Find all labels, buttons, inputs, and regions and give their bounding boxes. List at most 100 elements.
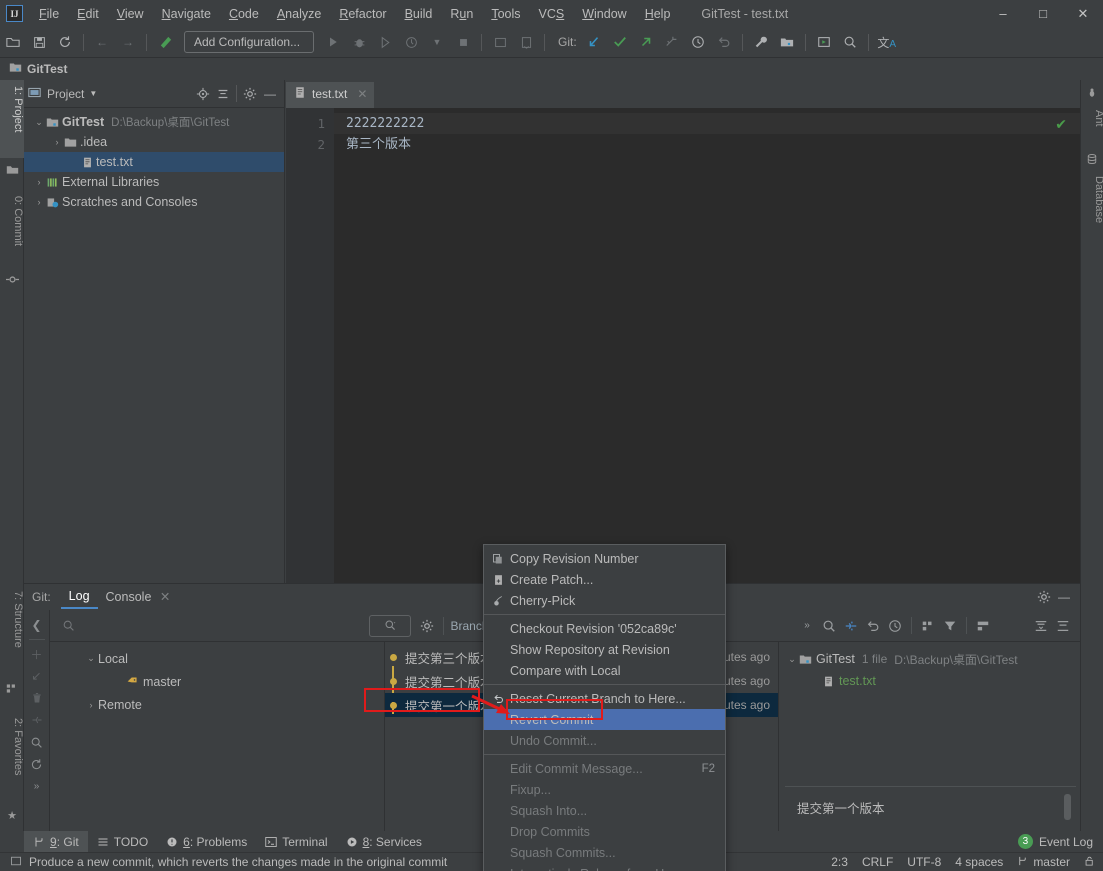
filter-icon[interactable] bbox=[939, 615, 961, 637]
collapse-all-icon[interactable] bbox=[213, 84, 233, 104]
sidebar-item-favorites[interactable]: 2: Favorites bbox=[0, 712, 24, 804]
code-line[interactable]: 第三个版本 bbox=[334, 134, 1080, 155]
locate-target-icon[interactable] bbox=[193, 84, 213, 104]
profiler-icon[interactable] bbox=[400, 31, 422, 53]
code-content[interactable]: 2222222222 第三个版本 bbox=[334, 108, 1080, 583]
preview-icon[interactable] bbox=[972, 615, 994, 637]
refresh-icon[interactable] bbox=[27, 753, 47, 775]
menu-help[interactable]: Help bbox=[636, 3, 680, 25]
bottom-tab-6--problems[interactable]: 6: Problems bbox=[157, 831, 256, 852]
build-hammer-icon[interactable] bbox=[154, 31, 176, 53]
menu-navigate[interactable]: Navigate bbox=[153, 3, 220, 25]
search-icon[interactable] bbox=[818, 615, 840, 637]
menu-analyze[interactable]: Analyze bbox=[268, 3, 330, 25]
sidebar-item-commit[interactable]: 0: Commit bbox=[0, 190, 24, 268]
menu-refactor[interactable]: Refactor bbox=[330, 3, 395, 25]
hide-minus-icon[interactable]: — bbox=[260, 84, 280, 104]
scrollbar-thumb[interactable] bbox=[1064, 794, 1071, 820]
collapse-all-icon[interactable] bbox=[1052, 615, 1074, 637]
branch-node-master[interactable]: master bbox=[50, 670, 384, 693]
search-icon[interactable] bbox=[839, 31, 861, 53]
sync-icon[interactable] bbox=[54, 31, 76, 53]
indent-setting[interactable]: 4 spaces bbox=[955, 855, 1003, 869]
minimize-button[interactable]: – bbox=[983, 0, 1023, 27]
sidebar-item-structure[interactable]: 7: Structure bbox=[0, 585, 24, 677]
branch-node-remote[interactable]: › Remote bbox=[50, 693, 384, 716]
project-panel-title[interactable]: Project bbox=[47, 87, 84, 101]
menu-run[interactable]: Run bbox=[441, 3, 482, 25]
bottom-tab-8--services[interactable]: 8: Services bbox=[337, 831, 431, 852]
rollback-icon[interactable] bbox=[713, 31, 735, 53]
translate-icon[interactable]: 文A bbox=[876, 31, 898, 53]
tool-tab-database[interactable]: Database bbox=[1081, 170, 1103, 242]
tab-log[interactable]: Log bbox=[60, 586, 98, 609]
collapse-left-icon[interactable]: ❮ bbox=[27, 614, 47, 636]
expand-all-icon[interactable] bbox=[1030, 615, 1052, 637]
menu-edit[interactable]: Edit bbox=[68, 3, 108, 25]
lock-icon[interactable] bbox=[1084, 855, 1095, 870]
breadcrumb-project[interactable]: GitTest bbox=[27, 62, 67, 76]
debug-icon[interactable] bbox=[348, 31, 370, 53]
select-in-panel-icon[interactable] bbox=[813, 31, 835, 53]
menu-view[interactable]: View bbox=[108, 3, 153, 25]
tab-console[interactable]: Console ✕ bbox=[98, 586, 179, 608]
merge-icon[interactable] bbox=[27, 709, 47, 731]
checkout-icon[interactable]: ↙ bbox=[27, 665, 47, 687]
project-structure-icon[interactable] bbox=[515, 31, 537, 53]
changed-files-root[interactable]: ⌄ GitTest 1 file D:\Backup\桌面\GitTest bbox=[779, 648, 1080, 670]
chevron-down-icon[interactable]: ⌄ bbox=[84, 653, 98, 664]
forward-arrow-icon[interactable]: → bbox=[117, 31, 139, 53]
history-clock-icon[interactable] bbox=[687, 31, 709, 53]
bottom-tab-9--git[interactable]: 9: Git bbox=[24, 831, 88, 852]
branches-icon[interactable] bbox=[661, 31, 683, 53]
chevron-right-icon[interactable]: › bbox=[50, 137, 64, 147]
sidebar-item-project[interactable]: 1: Project bbox=[0, 80, 24, 158]
tree-node--idea[interactable]: › .idea bbox=[24, 132, 284, 152]
commit-checkmark-icon[interactable] bbox=[609, 31, 631, 53]
gear-icon[interactable] bbox=[417, 616, 437, 636]
select-in-icon[interactable] bbox=[489, 31, 511, 53]
stop-icon[interactable] bbox=[452, 31, 474, 53]
line-separator[interactable]: CRLF bbox=[862, 855, 893, 869]
search-icon[interactable] bbox=[27, 731, 47, 753]
menu-vcs[interactable]: VCS bbox=[530, 3, 574, 25]
menu-build[interactable]: Build bbox=[396, 3, 442, 25]
menu-code[interactable]: Code bbox=[220, 3, 268, 25]
menu-tools[interactable]: Tools bbox=[482, 3, 529, 25]
close-icon[interactable]: ✕ bbox=[160, 590, 170, 604]
code-line[interactable]: 2222222222 bbox=[334, 113, 1080, 134]
project-structure-settings-icon[interactable] bbox=[776, 31, 798, 53]
chevron-down-icon[interactable]: ▼ bbox=[426, 31, 448, 53]
chevron-right-icon[interactable]: › bbox=[32, 197, 46, 207]
menu-item-show-repository-at-revision[interactable]: Show Repository at Revision bbox=[484, 639, 725, 660]
highlight-icon[interactable] bbox=[840, 615, 862, 637]
run-icon[interactable] bbox=[322, 31, 344, 53]
git-branch-widget[interactable]: master bbox=[1017, 855, 1070, 870]
menu-file[interactable]: File bbox=[30, 3, 68, 25]
run-configuration-selector[interactable]: Add Configuration... bbox=[184, 31, 314, 53]
branch-node-local[interactable]: ⌄ Local bbox=[50, 647, 384, 670]
menu-item-create-patch[interactable]: Create Patch... bbox=[484, 569, 725, 590]
show-history-icon[interactable] bbox=[884, 615, 906, 637]
changed-file-row[interactable]: test.txt bbox=[779, 670, 1080, 692]
chevron-down-icon[interactable]: ⌄ bbox=[785, 654, 799, 665]
tree-node-gittest[interactable]: ⌄ GitTest D:\Backup\桌面\GitTest bbox=[24, 112, 284, 132]
filter-search-icon[interactable] bbox=[369, 614, 412, 637]
bottom-tab-terminal[interactable]: Terminal bbox=[256, 831, 336, 852]
push-icon[interactable] bbox=[635, 31, 657, 53]
open-folder-icon[interactable] bbox=[2, 31, 24, 53]
update-project-icon[interactable] bbox=[583, 31, 605, 53]
expand-more-icon[interactable]: » bbox=[27, 775, 47, 797]
close-icon[interactable]: ✕ bbox=[357, 87, 367, 101]
tool-tab-ant[interactable]: Ant bbox=[1081, 104, 1103, 144]
caret-position[interactable]: 2:3 bbox=[831, 855, 848, 869]
menu-item-copy-revision-number[interactable]: Copy Revision Number bbox=[484, 548, 725, 569]
maximize-button[interactable]: □ bbox=[1023, 0, 1063, 27]
save-icon[interactable] bbox=[28, 31, 50, 53]
event-log-button[interactable]: 3 Event Log bbox=[1017, 834, 1093, 849]
add-plus-icon[interactable]: ＋ bbox=[27, 643, 47, 665]
chevron-down-icon[interactable]: ▼ bbox=[89, 89, 97, 98]
menu-item-reset-current-branch-to-here[interactable]: Reset Current Branch to Here... bbox=[484, 688, 725, 709]
close-button[interactable]: ✕ bbox=[1063, 0, 1103, 27]
menu-item-checkout-revision-052ca89c[interactable]: Checkout Revision '052ca89c' bbox=[484, 618, 725, 639]
